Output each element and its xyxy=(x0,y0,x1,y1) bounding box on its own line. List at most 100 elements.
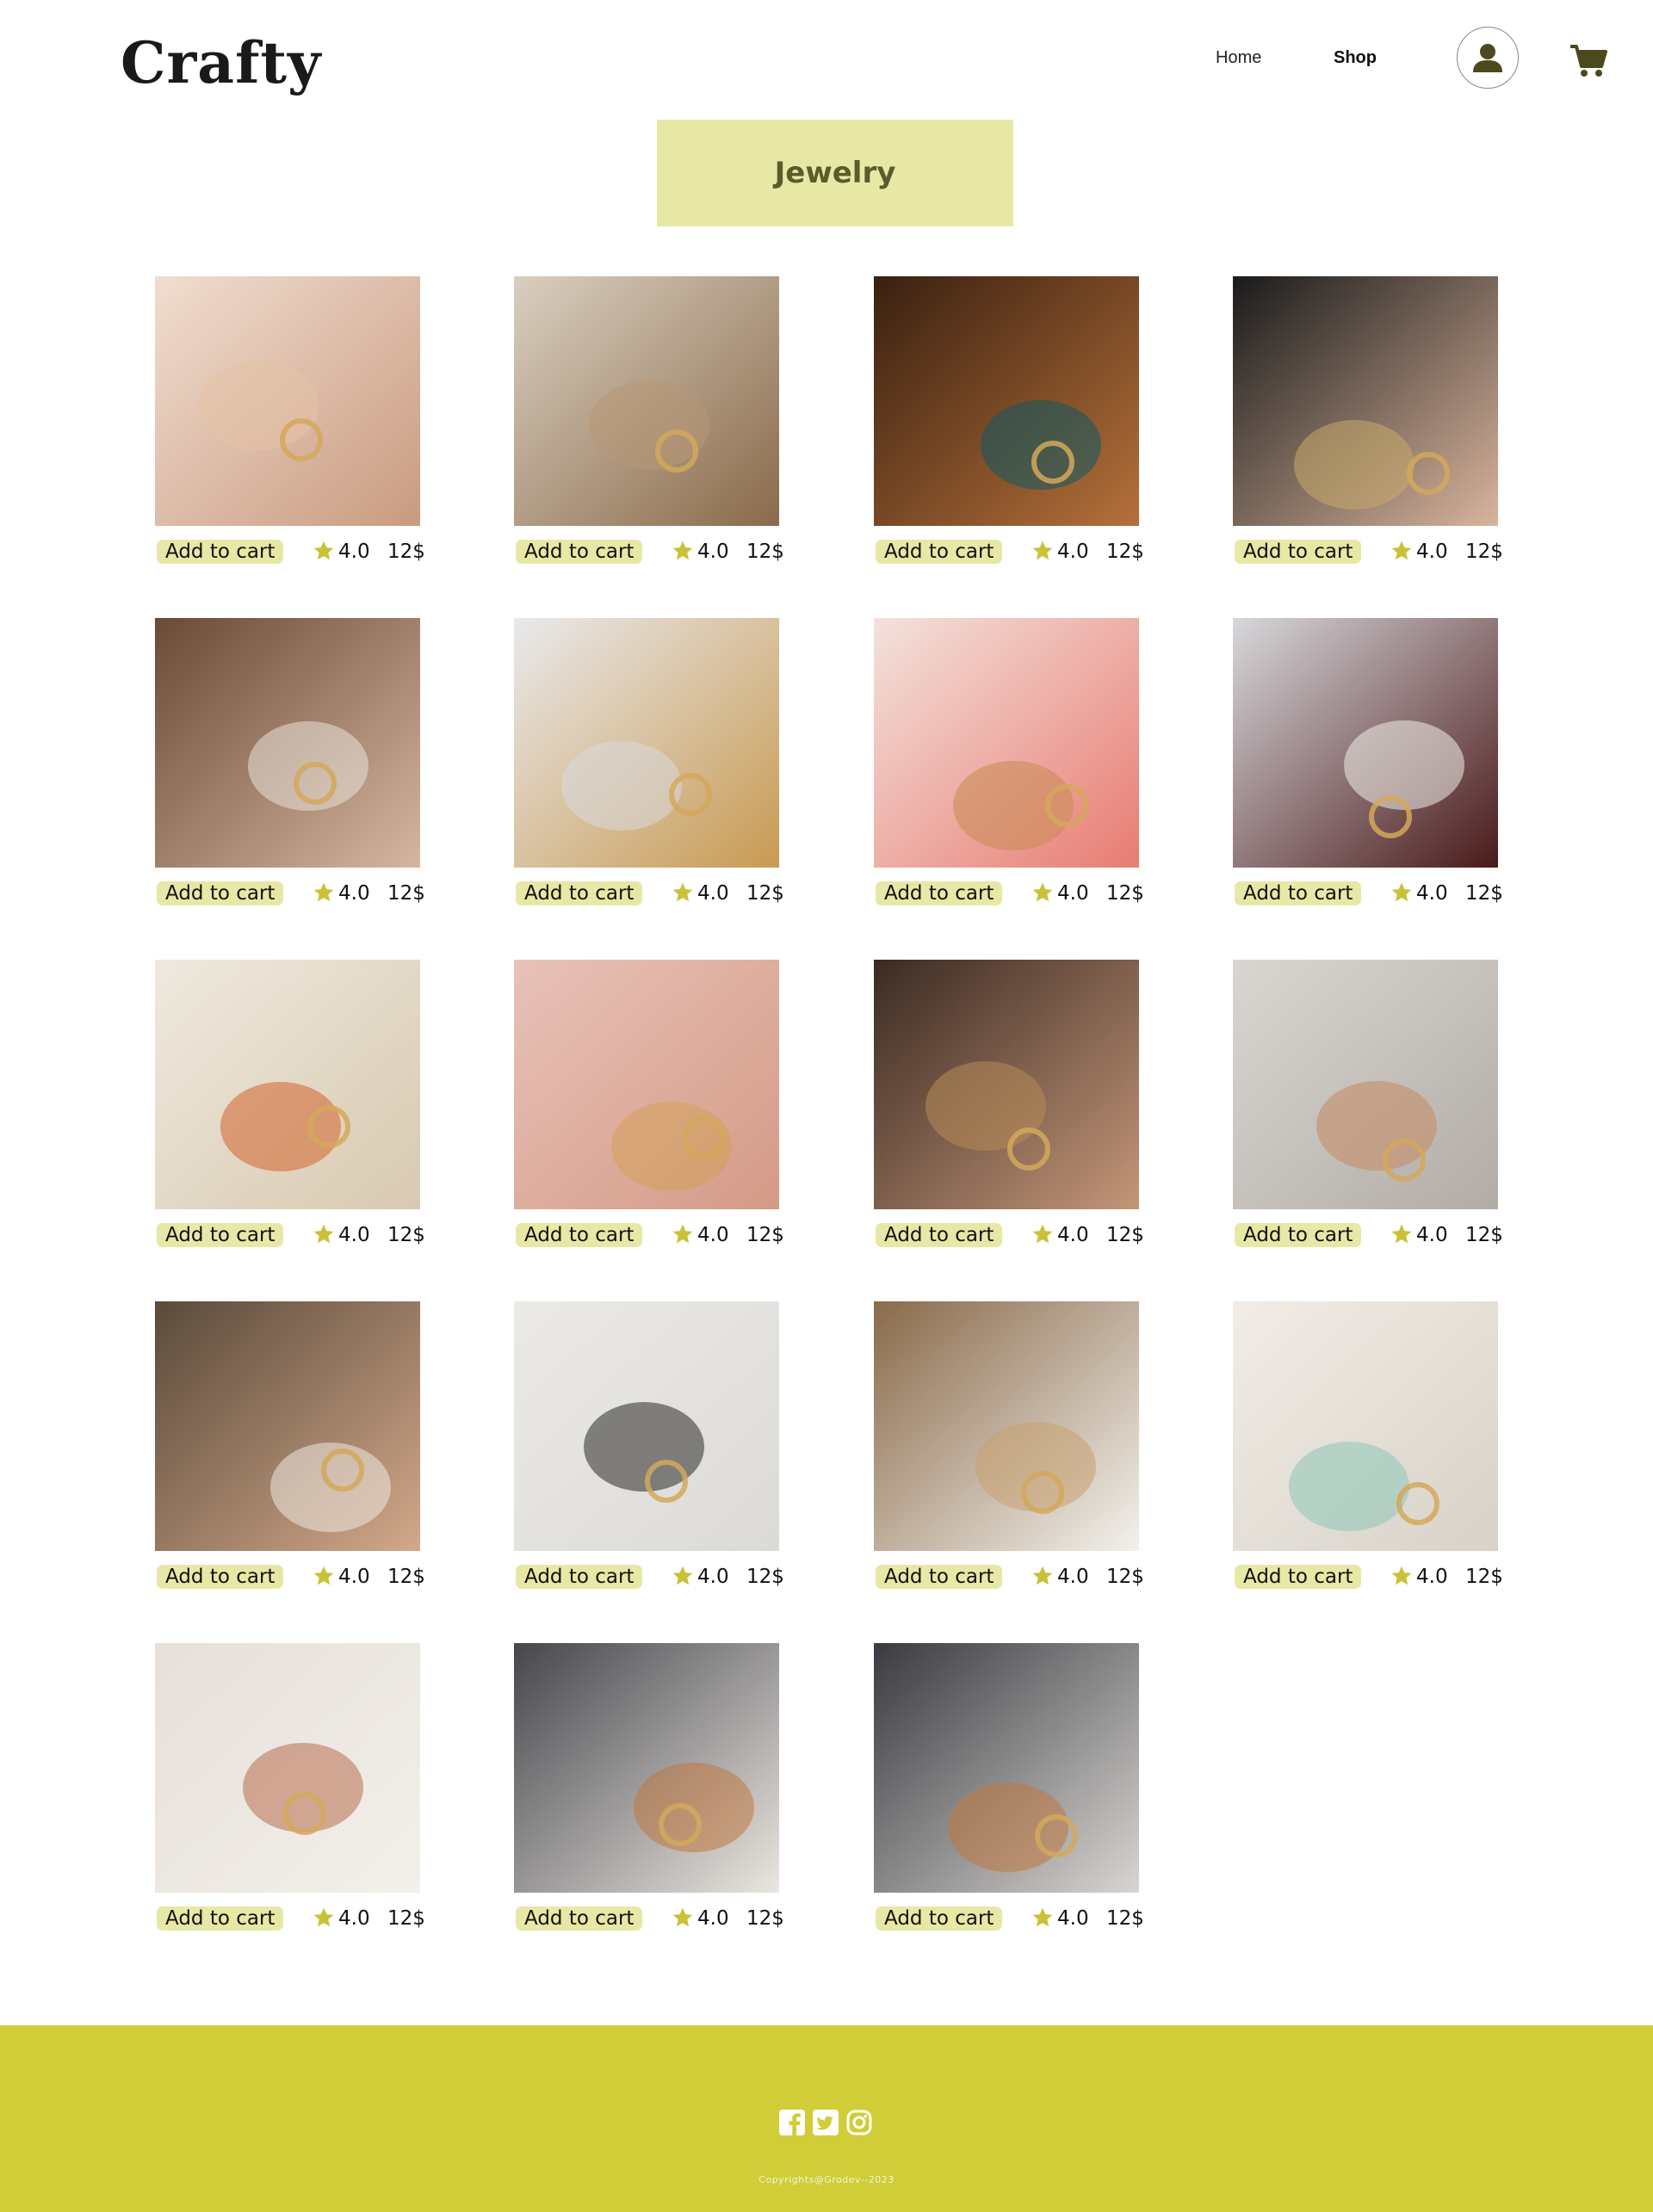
star-icon xyxy=(313,1566,334,1585)
facebook-icon[interactable] xyxy=(778,2109,806,2136)
star-icon xyxy=(1391,1224,1412,1244)
twitter-icon[interactable] xyxy=(812,2109,839,2136)
add-to-cart-button[interactable]: Add to cart xyxy=(157,1223,284,1247)
star-icon xyxy=(1391,1566,1412,1585)
product-image[interactable] xyxy=(514,960,779,1209)
product-card[interactable]: Add to cart 4.0 12$ xyxy=(514,1643,784,1940)
star-icon xyxy=(672,882,693,902)
product-price: 12$ xyxy=(746,1907,784,1930)
product-image[interactable] xyxy=(514,1301,779,1551)
add-to-cart-button[interactable]: Add to cart xyxy=(876,1223,1003,1247)
product-price: 12$ xyxy=(1106,541,1144,563)
product-card[interactable]: Add to cart 4.0 12$ xyxy=(514,276,784,573)
product-price: 12$ xyxy=(746,541,784,563)
product-image[interactable] xyxy=(1233,618,1498,868)
product-footer: Add to cart 4.0 12$ xyxy=(514,1561,784,1591)
product-card[interactable]: Add to cart 4.0 12$ xyxy=(514,960,784,1257)
product-price: 12$ xyxy=(1106,1224,1144,1246)
product-footer: Add to cart 4.0 12$ xyxy=(155,878,425,907)
add-to-cart-button[interactable]: Add to cart xyxy=(516,1906,643,1931)
product-price: 12$ xyxy=(387,882,425,905)
product-price: 12$ xyxy=(387,1224,425,1246)
product-price: 12$ xyxy=(746,1224,784,1246)
add-to-cart-button[interactable]: Add to cart xyxy=(876,1906,1003,1931)
product-footer: Add to cart 4.0 12$ xyxy=(874,1220,1144,1249)
product-card[interactable]: Add to cart 4.0 12$ xyxy=(155,618,425,915)
instagram-icon[interactable] xyxy=(845,2109,873,2136)
add-to-cart-button[interactable]: Add to cart xyxy=(157,540,284,564)
product-rating: 4.0 xyxy=(1057,1566,1089,1588)
product-price: 12$ xyxy=(746,1566,784,1588)
product-price: 12$ xyxy=(387,541,425,563)
product-image[interactable] xyxy=(1233,1301,1498,1551)
add-to-cart-button[interactable]: Add to cart xyxy=(157,1565,284,1589)
product-rating: 4.0 xyxy=(338,1224,370,1246)
product-price: 12$ xyxy=(1465,1224,1503,1246)
star-icon xyxy=(1032,1907,1053,1927)
product-image[interactable] xyxy=(514,276,779,526)
product-image[interactable] xyxy=(874,1301,1139,1551)
add-to-cart-button[interactable]: Add to cart xyxy=(876,540,1003,564)
product-image[interactable] xyxy=(874,276,1139,526)
product-card[interactable]: Add to cart 4.0 12$ xyxy=(1233,276,1503,573)
product-image[interactable] xyxy=(155,1643,420,1893)
product-card[interactable]: Add to cart 4.0 12$ xyxy=(874,1643,1144,1940)
add-to-cart-button[interactable]: Add to cart xyxy=(1235,881,1362,905)
add-to-cart-button[interactable]: Add to cart xyxy=(876,881,1003,905)
product-card[interactable]: Add to cart 4.0 12$ xyxy=(155,1643,425,1940)
product-image[interactable] xyxy=(155,618,420,868)
product-card[interactable]: Add to cart 4.0 12$ xyxy=(155,276,425,573)
product-rating: 4.0 xyxy=(338,882,370,905)
add-to-cart-button[interactable]: Add to cart xyxy=(157,1906,284,1931)
product-footer: Add to cart 4.0 12$ xyxy=(874,1903,1144,1932)
product-rating: 4.0 xyxy=(1057,1907,1089,1930)
product-card[interactable]: Add to cart 4.0 12$ xyxy=(155,1301,425,1598)
product-image[interactable] xyxy=(1233,960,1498,1209)
product-image[interactable] xyxy=(155,1301,420,1551)
star-icon xyxy=(1032,1566,1053,1585)
product-footer: Add to cart 4.0 12$ xyxy=(514,1903,784,1932)
star-icon xyxy=(1032,882,1053,902)
product-card[interactable]: Add to cart 4.0 12$ xyxy=(1233,1301,1503,1598)
product-price: 12$ xyxy=(1106,882,1144,905)
product-footer: Add to cart 4.0 12$ xyxy=(874,1561,1144,1591)
add-to-cart-button[interactable]: Add to cart xyxy=(516,1223,643,1247)
product-card[interactable]: Add to cart 4.0 12$ xyxy=(874,1301,1144,1598)
product-image[interactable] xyxy=(155,276,420,526)
product-image[interactable] xyxy=(155,960,420,1209)
product-image[interactable] xyxy=(874,618,1139,868)
add-to-cart-button[interactable]: Add to cart xyxy=(1235,540,1362,564)
product-rating: 4.0 xyxy=(338,541,370,563)
product-footer: Add to cart 4.0 12$ xyxy=(155,1561,425,1591)
add-to-cart-button[interactable]: Add to cart xyxy=(1235,1223,1362,1247)
product-card[interactable]: Add to cart 4.0 12$ xyxy=(874,618,1144,915)
product-card[interactable]: Add to cart 4.0 12$ xyxy=(1233,618,1503,915)
star-icon xyxy=(1391,541,1412,560)
add-to-cart-button[interactable]: Add to cart xyxy=(516,881,643,905)
product-footer: Add to cart 4.0 12$ xyxy=(514,878,784,907)
product-rating: 4.0 xyxy=(697,1907,729,1930)
product-card[interactable]: Add to cart 4.0 12$ xyxy=(155,960,425,1257)
product-card[interactable]: Add to cart 4.0 12$ xyxy=(1233,960,1503,1257)
product-image[interactable] xyxy=(514,1643,779,1893)
product-footer: Add to cart 4.0 12$ xyxy=(155,1220,425,1249)
copyright-text: Copyrights@Grodev--2023 xyxy=(758,2174,895,2185)
product-image[interactable] xyxy=(1233,276,1498,526)
product-footer: Add to cart 4.0 12$ xyxy=(1233,1561,1503,1591)
add-to-cart-button[interactable]: Add to cart xyxy=(516,1565,643,1589)
product-image[interactable] xyxy=(874,960,1139,1209)
product-card[interactable]: Add to cart 4.0 12$ xyxy=(514,1301,784,1598)
add-to-cart-button[interactable]: Add to cart xyxy=(876,1565,1003,1589)
product-rating: 4.0 xyxy=(1057,882,1089,905)
product-rating: 4.0 xyxy=(1416,541,1448,563)
star-icon xyxy=(1032,1224,1053,1244)
product-card[interactable]: Add to cart 4.0 12$ xyxy=(874,276,1144,573)
add-to-cart-button[interactable]: Add to cart xyxy=(516,540,643,564)
add-to-cart-button[interactable]: Add to cart xyxy=(157,881,284,905)
product-rating: 4.0 xyxy=(1057,541,1089,563)
product-card[interactable]: Add to cart 4.0 12$ xyxy=(514,618,784,915)
add-to-cart-button[interactable]: Add to cart xyxy=(1235,1565,1362,1589)
product-image[interactable] xyxy=(874,1643,1139,1893)
product-image[interactable] xyxy=(514,618,779,868)
product-card[interactable]: Add to cart 4.0 12$ xyxy=(874,960,1144,1257)
